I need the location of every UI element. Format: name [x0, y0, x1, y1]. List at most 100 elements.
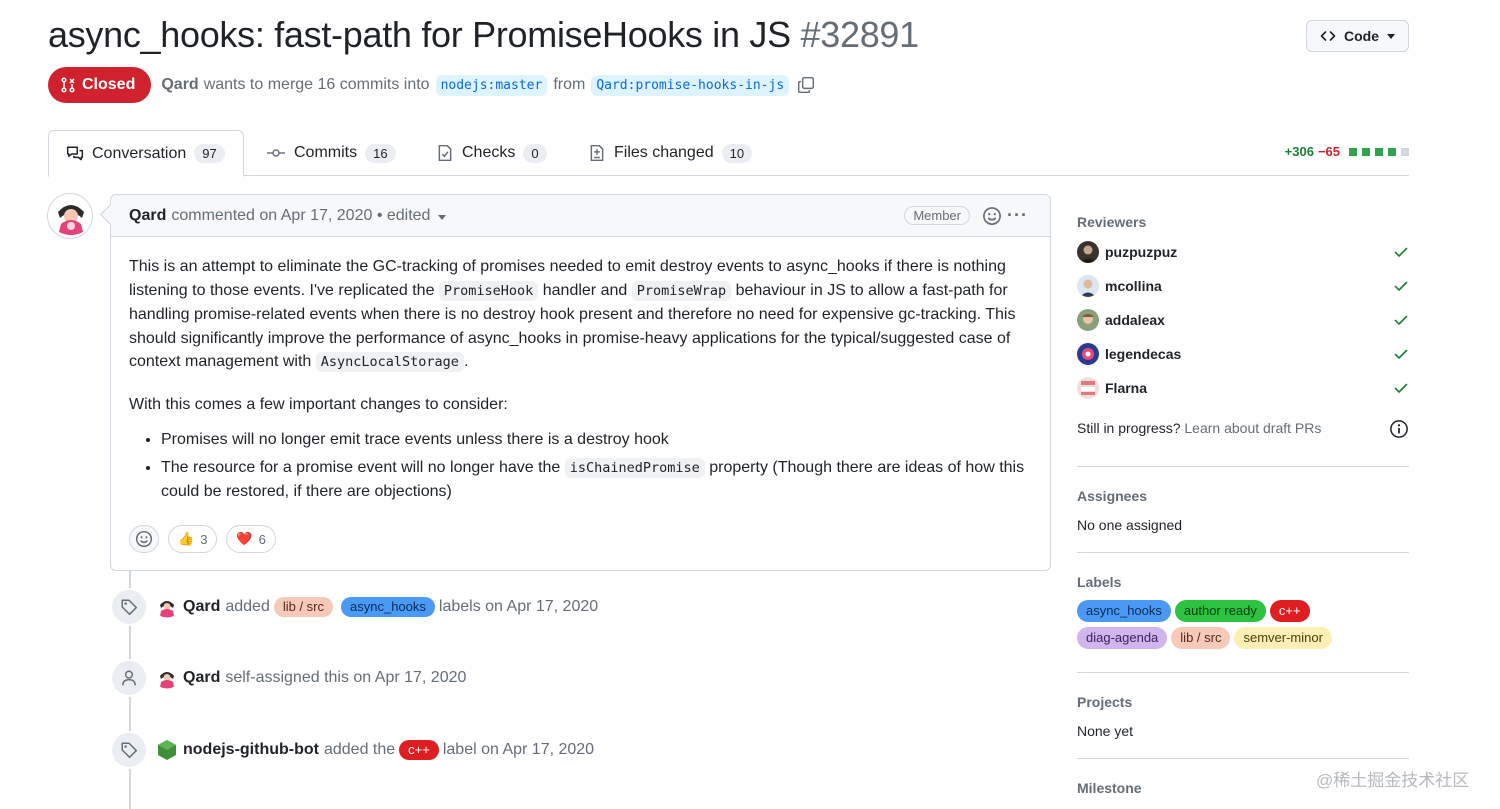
tab-counter: 97 — [194, 144, 225, 163]
diffstat[interactable]: +306 −65 — [1285, 144, 1409, 159]
tab-label: Commits — [294, 144, 358, 161]
tab-label: Conversation — [92, 144, 187, 162]
code-button[interactable]: Code — [1306, 20, 1409, 52]
tab-counter: 0 — [523, 143, 547, 163]
actor-link[interactable]: Qard — [183, 598, 220, 616]
reviewer-name[interactable]: addaleax — [1105, 312, 1165, 328]
timeline-event: nodejs-github-bot added the c++ label on… — [110, 730, 594, 770]
assignees-heading[interactable]: Assignees — [1077, 488, 1147, 504]
code-icon — [1320, 31, 1336, 41]
draft-hint: Still in progress? Learn about draft PRs — [1077, 419, 1409, 439]
merge-text: wants to merge 16 commits into — [203, 76, 430, 93]
milestone-heading[interactable]: Milestone — [1077, 780, 1142, 796]
diffstat-deletions: −65 — [1317, 144, 1340, 159]
comment-list: Promises will no longer emit trace event… — [161, 428, 1032, 504]
avatar[interactable] — [156, 596, 178, 618]
projects-heading[interactable]: Projects — [1077, 694, 1132, 710]
pr-number: #32891 — [800, 14, 920, 55]
draft-link[interactable]: Learn about draft PRs — [1184, 420, 1321, 436]
avatar[interactable] — [1077, 377, 1099, 399]
check-icon — [1394, 349, 1408, 359]
git-commit-icon — [267, 149, 285, 157]
event-text: added — [225, 598, 270, 615]
avatar[interactable] — [1077, 241, 1099, 263]
check-icon — [1394, 315, 1408, 325]
head-branch[interactable]: Qard:promise-hooks-in-js — [591, 74, 790, 96]
info-icon[interactable] — [1389, 419, 1409, 439]
kebab-menu-icon[interactable]: ··· — [1007, 205, 1028, 226]
label-async-hooks[interactable]: async_hooks — [1077, 600, 1171, 622]
reviewer-item: puzpuzpuz — [1077, 240, 1409, 264]
label-semver-minor[interactable]: semver-minor — [1234, 627, 1332, 649]
tag-icon — [110, 588, 148, 626]
pr-description-comment: Qard commented on Apr 17, 2020 • edited … — [110, 194, 1051, 571]
code-button-label: Code — [1344, 28, 1379, 44]
label-diag-agenda[interactable]: diag-agenda — [1077, 627, 1168, 649]
label-lib-src[interactable]: lib / src — [1171, 627, 1231, 649]
pr-author-link[interactable]: Qard — [161, 76, 198, 94]
reactions-bar: 👍 3 ❤️ 6 — [129, 525, 276, 553]
reviewers-heading[interactable]: Reviewers — [1077, 214, 1146, 230]
divider — [1077, 672, 1409, 673]
person-icon — [110, 659, 148, 697]
tab-checks[interactable]: Checks 0 — [436, 130, 547, 176]
pr-status-line: Closed Qard wants to merge 16 commits in… — [48, 67, 815, 103]
thumbs-up-icon: 👍 — [178, 531, 195, 546]
author-role-badge: Member — [904, 206, 970, 225]
labels-heading[interactable]: Labels — [1077, 574, 1121, 590]
reviewer-name[interactable]: Flarna — [1105, 380, 1147, 396]
comment-author[interactable]: Qard — [129, 207, 166, 225]
avatar[interactable] — [1077, 309, 1099, 331]
base-branch[interactable]: nodejs:master — [435, 74, 548, 96]
comment-header: Qard commented on Apr 17, 2020 • edited … — [111, 195, 1050, 237]
inline-code: isChainedPromise — [564, 457, 705, 478]
diffstat-block — [1375, 147, 1383, 156]
reviewer-name[interactable]: legendecas — [1105, 346, 1181, 362]
status-label: Closed — [82, 76, 136, 93]
text: handler and — [538, 281, 632, 299]
comment-discussion-icon — [66, 146, 84, 160]
tab-conversation[interactable]: Conversation 97 — [48, 130, 244, 177]
bot-avatar[interactable] — [156, 739, 178, 761]
reaction-count: 6 — [258, 531, 266, 547]
text: . — [463, 353, 469, 370]
tab-label: Files changed — [614, 144, 714, 161]
label-cpp[interactable]: c++ — [399, 740, 439, 760]
copy-icon[interactable] — [797, 76, 815, 94]
actor-link[interactable]: nodejs-github-bot — [183, 741, 319, 759]
chevron-down-icon[interactable] — [438, 214, 447, 220]
chevron-down-icon — [1387, 33, 1395, 39]
check-icon — [1394, 247, 1408, 257]
reviewer-item: addaleax — [1077, 308, 1409, 332]
reviewer-item: legendecas — [1077, 342, 1409, 366]
add-reaction-button[interactable] — [129, 525, 159, 553]
reaction-thumbs-up[interactable]: 👍 3 — [168, 525, 218, 553]
label-async-hooks[interactable]: async_hooks — [341, 597, 435, 617]
add-reaction-icon[interactable] — [982, 206, 1002, 231]
comment-body: This is an attempt to eliminate the GC-t… — [111, 237, 1050, 526]
comment-paragraph: This is an attempt to eliminate the GC-t… — [129, 255, 1032, 375]
label-lib-src[interactable]: lib / src — [273, 597, 334, 617]
timeline-event: Qard added lib / src async_hooks labels … — [110, 587, 598, 627]
tab-files-changed[interactable]: Files changed 10 — [588, 130, 753, 176]
avatar[interactable] — [1077, 343, 1099, 365]
comment-meta[interactable]: commented on Apr 17, 2020 • edited — [171, 207, 430, 225]
draft-text: Still in progress? — [1077, 420, 1181, 436]
timeline-event: Qard self-assigned this on Apr 17, 2020 — [110, 658, 466, 698]
avatar[interactable] — [1077, 275, 1099, 297]
label-cpp[interactable]: c++ — [1269, 600, 1310, 622]
label-author-ready[interactable]: author ready — [1174, 600, 1266, 622]
divider — [1077, 552, 1409, 553]
reaction-heart[interactable]: ❤️ 6 — [226, 525, 276, 553]
list-item: Promises will no longer emit trace event… — [161, 428, 1032, 452]
pr-tabs: Conversation 97 Commits 16 Checks 0 File… — [48, 130, 1409, 177]
tab-counter: 10 — [721, 143, 753, 163]
reviewer-name[interactable]: mcollina — [1105, 278, 1162, 294]
avatar[interactable] — [156, 667, 178, 689]
tab-commits[interactable]: Commits 16 — [266, 130, 396, 176]
checklist-icon — [438, 144, 452, 162]
tab-counter: 16 — [365, 143, 396, 163]
reviewer-name[interactable]: puzpuzpuz — [1105, 244, 1177, 260]
avatar[interactable] — [47, 193, 93, 239]
actor-link[interactable]: Qard — [183, 669, 220, 687]
